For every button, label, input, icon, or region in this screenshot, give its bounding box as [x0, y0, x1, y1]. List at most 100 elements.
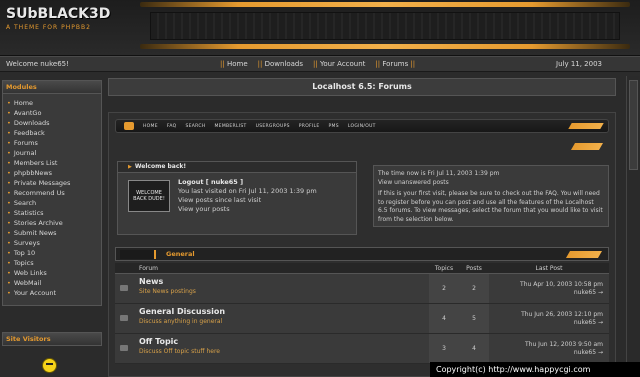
- current-date: July 11, 2003: [556, 60, 602, 68]
- module-link-submit-news[interactable]: Submit News: [7, 228, 97, 238]
- header-last-post: Last Post: [535, 265, 563, 272]
- vertical-scrollbar[interactable]: [626, 76, 640, 377]
- module-link-topics[interactable]: Topics: [7, 258, 97, 268]
- first-visit-info: If this is your first visit, please be s…: [378, 190, 603, 223]
- tab-memberlist[interactable]: MEMBERLIST: [215, 124, 247, 129]
- module-link-surveys[interactable]: Surveys: [7, 238, 97, 248]
- tab-home[interactable]: HOME: [143, 124, 158, 129]
- sidebar: Modules Home AvantGo Downloads Feedback …: [2, 80, 102, 306]
- module-link-members-list[interactable]: Members List: [7, 158, 97, 168]
- module-link-avantgo[interactable]: AvantGo: [7, 108, 97, 118]
- forum-description: Discuss Off topic stuff here: [139, 348, 220, 355]
- forum-table: Forum Topics Posts Last Post News Site N…: [115, 263, 609, 364]
- forum-last-post: Thu Jun 12, 2003 9:50 am nuke65 →: [489, 334, 609, 363]
- nav-link-home[interactable]: Home: [227, 60, 248, 68]
- page-title: Localhost 6.5: Forums: [108, 78, 616, 96]
- tab-faq[interactable]: FAQ: [167, 124, 177, 129]
- header-strip-decoration: [509, 141, 605, 153]
- forum-topics-count: 4: [429, 304, 459, 333]
- last-post-user-link[interactable]: nuke65 →: [489, 319, 603, 327]
- welcome-panel-title: Welcome back!: [118, 162, 356, 173]
- modules-list-panel: Home AvantGo Downloads Feedback Forums J…: [2, 94, 102, 306]
- welcome-badge-image: WELCOME BACK DUDE!: [128, 180, 170, 212]
- forum-logo-icon: [124, 122, 134, 130]
- last-post-user-link[interactable]: nuke65 →: [489, 289, 603, 297]
- header-decoration: [140, 2, 630, 7]
- site-logo[interactable]: SUbBLACK3D A THEME FOR PHPBB2: [6, 6, 124, 46]
- header-ribbed-panel: [150, 12, 620, 40]
- module-link-feedback[interactable]: Feedback: [7, 128, 97, 138]
- header-forum: Forum: [139, 265, 159, 272]
- forum-topics-count: 2: [429, 274, 459, 303]
- table-row: General Discussion Discuss anything in g…: [115, 304, 609, 334]
- forum-name-link[interactable]: General Discussion: [139, 307, 423, 317]
- table-row: News Site News postings 2 2 Thu Apr 10, …: [115, 274, 609, 304]
- category-general-link[interactable]: General: [166, 248, 195, 261]
- posts-since-last-visit-link[interactable]: View posts since last visit: [178, 196, 317, 205]
- forum-name-link[interactable]: Off Topic: [139, 337, 423, 347]
- site-header: SUbBLACK3D A THEME FOR PHPBB2: [0, 0, 640, 56]
- module-link-statistics[interactable]: Statistics: [7, 208, 97, 218]
- tab-pms[interactable]: PMS: [329, 124, 339, 129]
- module-link-downloads[interactable]: Downloads: [7, 118, 97, 128]
- category-decoration: [565, 251, 603, 258]
- forum-description: Discuss anything in general: [139, 318, 223, 325]
- forum-folder-icon: [120, 345, 128, 351]
- modules-list: Home AvantGo Downloads Feedback Forums J…: [7, 98, 97, 298]
- module-link-journal[interactable]: Journal: [7, 148, 97, 158]
- header-posts: Posts: [466, 265, 482, 272]
- category-bar: General: [115, 247, 609, 261]
- module-link-top-10[interactable]: Top 10: [7, 248, 97, 258]
- forum-tab-bar: HOME FAQ SEARCH MEMBERLIST USERGROUPS PR…: [115, 119, 609, 133]
- tab-profile[interactable]: PROFILE: [299, 124, 320, 129]
- forum-description: Site News postings: [139, 288, 196, 295]
- site-visitors-title: Site Visitors: [2, 332, 102, 346]
- copyright-watermark: Copyright(c) http://www.happycgi.com: [430, 362, 640, 377]
- forum-folder-icon: [120, 285, 128, 291]
- module-link-stories-archive[interactable]: Stories Archive: [7, 218, 97, 228]
- unanswered-posts-link[interactable]: View unanswered posts: [378, 179, 604, 188]
- nav-link-forums[interactable]: Forums: [382, 60, 408, 68]
- time-info-panel: The time now is Fri Jul 11, 2003 1:39 pm…: [373, 165, 609, 227]
- last-post-user-link[interactable]: nuke65 →: [489, 349, 603, 357]
- nav-links: || Home || Downloads || Your Account || …: [220, 60, 416, 68]
- forum-topics-count: 3: [429, 334, 459, 363]
- current-time-text: The time now is Fri Jul 11, 2003 1:39 pm: [378, 170, 500, 177]
- module-link-your-account[interactable]: Your Account: [7, 288, 97, 298]
- forum-table-header: Forum Topics Posts Last Post: [115, 263, 609, 274]
- forum-posts-count: 5: [459, 304, 489, 333]
- forum-posts-count: 2: [459, 274, 489, 303]
- top-navbar: Welcome nuke65! || Home || Downloads || …: [0, 56, 640, 72]
- forum-last-post: Thu Apr 10, 2003 10:58 pm nuke65 →: [489, 274, 609, 303]
- last-post-date: Thu Jun 26, 2003 12:10 pm: [521, 311, 603, 318]
- scrollbar-thumb[interactable]: [629, 80, 638, 170]
- header-topics: Topics: [434, 265, 454, 272]
- module-link-webmail[interactable]: WebMail: [7, 278, 97, 288]
- forum-name-link[interactable]: News: [139, 277, 423, 287]
- welcome-info: Logout [ nuke65 ] You last visited on Fr…: [178, 178, 317, 214]
- tab-search[interactable]: SEARCH: [185, 124, 205, 129]
- logout-link[interactable]: Logout [ nuke65 ]: [178, 178, 317, 187]
- forum-container: HOME FAQ SEARCH MEMBERLIST USERGROUPS PR…: [108, 112, 616, 377]
- last-post-date: Thu Apr 10, 2003 10:58 pm: [520, 281, 603, 288]
- tabbar-decoration: [568, 123, 604, 129]
- logo-title: SUbBLACK3D: [6, 6, 111, 22]
- module-link-home[interactable]: Home: [7, 98, 97, 108]
- module-link-forums[interactable]: Forums: [7, 138, 97, 148]
- module-link-recommend-us[interactable]: Recommend Us: [7, 188, 97, 198]
- nav-link-downloads[interactable]: Downloads: [265, 60, 303, 68]
- modules-title: Modules: [2, 80, 102, 94]
- module-link-web-links[interactable]: Web Links: [7, 268, 97, 278]
- category-icon: [120, 250, 156, 259]
- nav-link-your-account[interactable]: Your Account: [320, 60, 365, 68]
- header-decoration: [140, 44, 630, 49]
- tab-login-out[interactable]: LOGIN/OUT: [348, 124, 376, 129]
- view-your-posts-link[interactable]: View your posts: [178, 205, 317, 214]
- smiley-icon: [42, 358, 57, 373]
- table-row: Off Topic Discuss Off topic stuff here 3…: [115, 334, 609, 364]
- welcome-text: Welcome nuke65!: [6, 60, 69, 68]
- module-link-private-messages[interactable]: Private Messages: [7, 178, 97, 188]
- module-link-phpbbnews[interactable]: phpbbNews: [7, 168, 97, 178]
- tab-usergroups[interactable]: USERGROUPS: [256, 124, 290, 129]
- module-link-search[interactable]: Search: [7, 198, 97, 208]
